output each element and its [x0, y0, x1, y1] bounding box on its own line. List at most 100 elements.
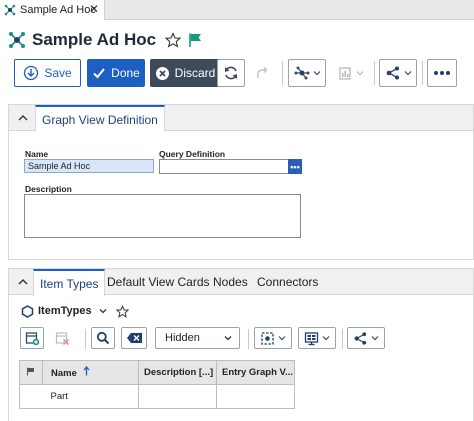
chevron-down-icon[interactable] — [98, 306, 108, 316]
filter-select[interactable]: Hidden — [155, 327, 240, 349]
toolbar-divider — [248, 329, 249, 349]
name-label: Name — [25, 149, 49, 159]
search-button[interactable] — [91, 327, 115, 349]
document-tab-bar: Sample Ad Hoc ✕ — [0, 0, 474, 20]
tab-label: Default View Cards — [107, 275, 210, 289]
configuration-panel: Item Types Default View Cards Nodes Conn… — [8, 268, 474, 421]
star-icon[interactable] — [115, 304, 129, 318]
flag-icon — [27, 367, 34, 375]
toolbar-divider — [85, 329, 86, 349]
flag-icon[interactable] — [187, 32, 203, 48]
grid-header-row: Name Description [...] Entry Graph V... — [19, 360, 295, 385]
share-icon — [354, 331, 367, 345]
clear-search-button[interactable] — [121, 327, 147, 349]
star-icon[interactable] — [165, 32, 182, 48]
chevron-down-icon — [322, 336, 330, 341]
chevron-down-icon — [404, 71, 411, 76]
description-field[interactable] — [24, 194, 301, 238]
layout-menu-button[interactable] — [288, 59, 326, 87]
share-menu-button[interactable] — [347, 327, 385, 349]
view-menu-button[interactable] — [298, 327, 336, 349]
save-button[interactable]: Save — [14, 59, 81, 87]
refresh-button[interactable] — [217, 59, 245, 87]
share-icon — [386, 66, 399, 80]
query-definition-field[interactable] — [159, 159, 289, 174]
report-icon — [338, 67, 351, 80]
tab-nodes[interactable]: Nodes — [213, 269, 248, 295]
network-icon — [294, 66, 309, 80]
toolbar-divider — [282, 61, 283, 85]
checkmark-icon — [93, 68, 105, 79]
cell-description[interactable] — [138, 384, 217, 409]
select-menu-button[interactable] — [254, 327, 292, 349]
tab-label: Nodes — [213, 275, 248, 289]
tab-label: Item Types — [40, 276, 99, 291]
tab-label: Connectors — [257, 275, 319, 289]
tab-graph-view-definition[interactable]: Graph View Definition — [35, 105, 165, 132]
page-header: Sample Ad Hoc — [8, 27, 203, 53]
document-tab[interactable]: Sample Ad Hoc ✕ — [0, 0, 105, 20]
toolbar-divider — [342, 329, 343, 349]
toolbar-divider — [374, 61, 375, 85]
page-title: Sample Ad Hoc — [32, 30, 157, 49]
discard-icon — [155, 66, 169, 80]
configuration-panel-header: Item Types Default View Cards Nodes Conn… — [9, 269, 473, 296]
tab-default-view-cards[interactable]: Default View Cards — [107, 269, 210, 295]
backspace-icon — [126, 333, 142, 343]
row-selector-header[interactable] — [19, 360, 43, 385]
refresh-icon — [225, 66, 237, 80]
tab-connectors[interactable]: Connectors — [257, 269, 318, 295]
chevron-up-icon[interactable] — [17, 277, 29, 287]
row-selector[interactable] — [19, 384, 43, 409]
cell-entry-graph-view[interactable] — [216, 384, 295, 409]
redo-icon — [257, 66, 268, 78]
close-icon[interactable]: ✕ — [89, 2, 99, 16]
column-header-label: Entry Graph V... — [222, 367, 293, 378]
column-header-name[interactable]: Name — [42, 360, 139, 385]
redo-button[interactable] — [248, 59, 276, 87]
delete-row-button[interactable] — [50, 327, 74, 349]
done-button[interactable]: Done — [87, 59, 145, 87]
chevron-down-icon — [224, 336, 232, 341]
name-field[interactable]: Sample Ad Hoc — [24, 159, 154, 173]
definition-panel-header: Graph View Definition — [9, 105, 473, 132]
table-row[interactable]: Part — [19, 384, 295, 409]
search-icon — [96, 331, 110, 345]
graph-icon — [4, 4, 16, 16]
column-header-description[interactable]: Description [...] — [138, 360, 217, 385]
itemtypes-label: ItemTypes — [38, 305, 92, 317]
item-types-grid: Name Description [...] Entry Graph V... … — [19, 360, 295, 409]
add-row-button[interactable] — [20, 327, 44, 349]
column-header-label: Name — [51, 368, 77, 379]
document-tab-label: Sample Ad Hoc — [20, 4, 96, 16]
share-menu-button[interactable] — [379, 59, 417, 87]
chevron-down-icon — [278, 336, 286, 341]
hexagon-icon — [21, 304, 34, 318]
chevron-down-icon — [371, 336, 379, 341]
more-icon — [434, 71, 450, 75]
grid-view-icon — [304, 331, 319, 345]
graph-icon — [9, 32, 25, 48]
query-definition-lookup-button[interactable]: ••• — [288, 159, 302, 174]
more-options-button[interactable] — [427, 59, 457, 87]
column-header-entry-graph-view[interactable]: Entry Graph V... — [216, 360, 295, 385]
discard-button[interactable]: Discard — [150, 59, 220, 87]
query-definition-label: Query Definition — [159, 149, 226, 159]
add-row-icon — [25, 331, 39, 345]
chevron-up-icon[interactable] — [17, 113, 29, 123]
column-header-label: Description [...] — [144, 367, 214, 378]
chevron-down-icon — [356, 71, 363, 76]
discard-label: Discard — [174, 66, 216, 80]
tab-label: Graph View Definition — [42, 112, 158, 127]
save-icon — [24, 65, 39, 81]
definition-panel: Graph View Definition Name Sample Ad Hoc… — [8, 104, 474, 260]
cell-name[interactable]: Part — [42, 384, 139, 409]
save-label: Save — [44, 66, 72, 80]
chevron-down-icon — [313, 71, 320, 76]
description-label: Description — [25, 184, 72, 194]
tab-item-types[interactable]: Item Types — [33, 269, 106, 296]
itemtypes-header: ItemTypes — [21, 303, 129, 319]
sort-ascending-icon — [83, 365, 90, 376]
select-target-icon — [261, 331, 274, 345]
report-menu-button[interactable] — [331, 59, 369, 87]
